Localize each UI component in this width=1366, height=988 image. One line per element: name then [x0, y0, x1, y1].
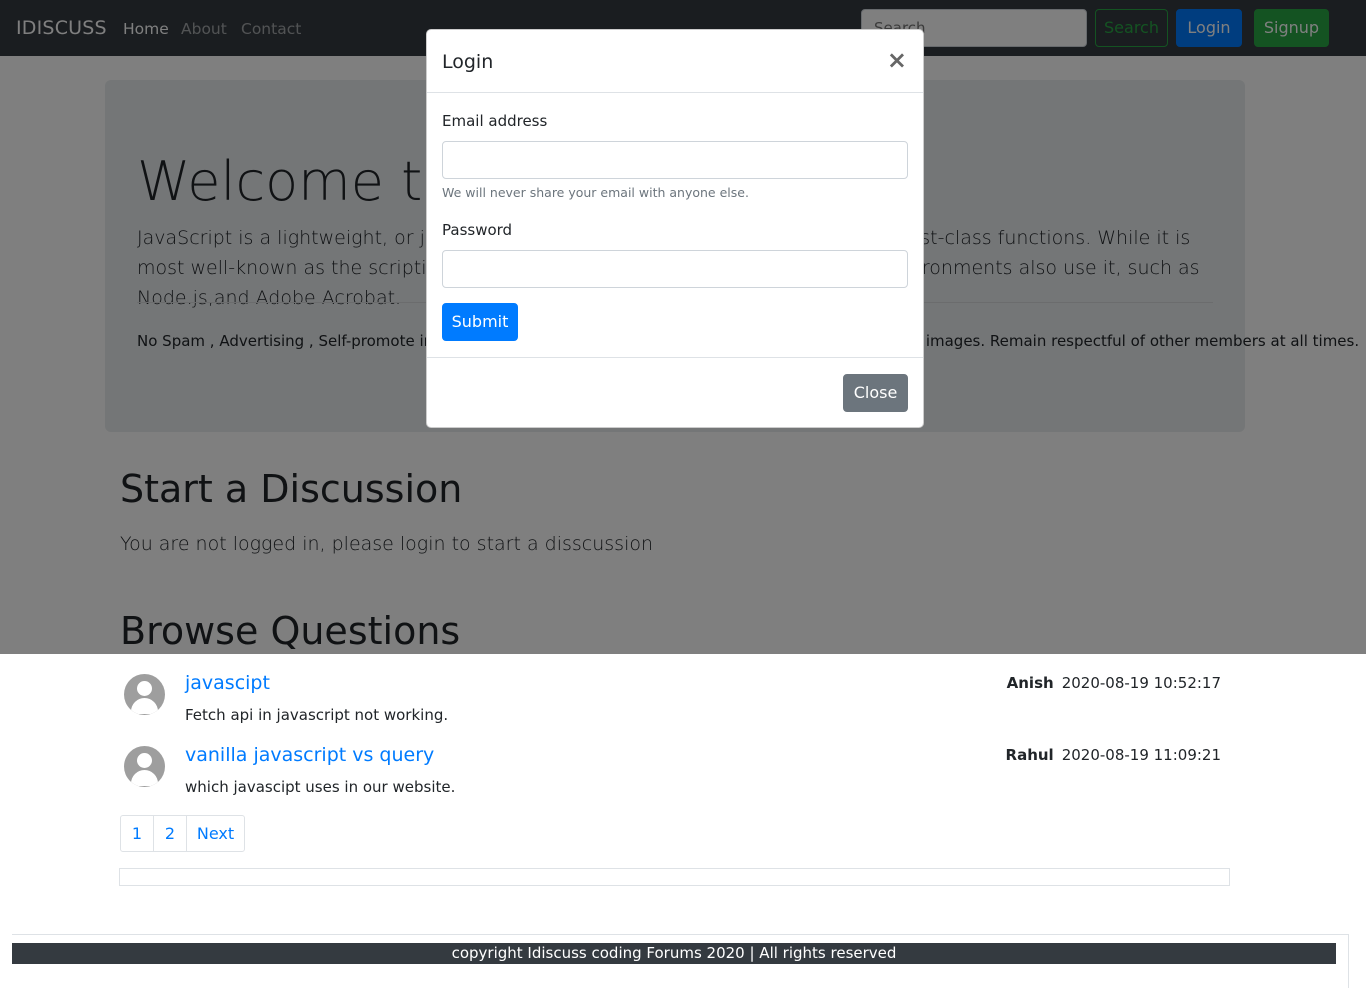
email-label: Email address [442, 112, 548, 130]
question-item: javascipt Fetch api in javascript not wo… [120, 672, 1230, 734]
question-user: Rahul [1005, 746, 1054, 764]
question-description: Fetch api in javascript not working. [185, 706, 449, 724]
question-description: which javascipt uses in our website. [185, 778, 456, 796]
login-modal: Login × Email address We will never shar… [426, 29, 924, 428]
question-user: Anish [1006, 674, 1054, 692]
email-help-text: We will never share your email with anyo… [442, 185, 749, 200]
question-item: vanilla javascript vs query which javasc… [120, 744, 1230, 806]
user-avatar-icon [124, 674, 165, 715]
email-field[interactable] [442, 141, 908, 179]
question-title-link[interactable]: javascipt [185, 672, 270, 694]
password-field[interactable] [442, 250, 908, 288]
page-2-link[interactable]: 2 [153, 815, 187, 852]
close-icon[interactable]: × [887, 47, 907, 73]
question-timestamp: 2020-08-19 11:09:21 [1061, 746, 1221, 764]
pagination: 1 2 Next [120, 815, 245, 852]
empty-container [119, 868, 1230, 886]
modal-title: Login [442, 51, 494, 73]
question-title-link[interactable]: vanilla javascript vs query [185, 744, 434, 766]
submit-button[interactable]: Submit [442, 303, 518, 341]
footer-container: copyright Idiscuss coding Forums 2020 | … [12, 934, 1349, 988]
page-1-link[interactable]: 1 [120, 815, 154, 852]
question-timestamp: 2020-08-19 10:52:17 [1061, 674, 1221, 692]
modal-header: Login × [427, 30, 923, 93]
footer: copyright Idiscuss coding Forums 2020 | … [12, 943, 1336, 964]
question-meta: Anish 2020-08-19 10:52:17 [1007, 674, 1221, 692]
password-label: Password [442, 221, 513, 239]
question-meta: Rahul 2020-08-19 11:09:21 [1006, 746, 1221, 764]
close-button[interactable]: Close [843, 374, 908, 412]
next-page-link[interactable]: Next [186, 815, 245, 852]
modal-footer-divider [427, 357, 923, 358]
user-avatar-icon [124, 746, 165, 787]
